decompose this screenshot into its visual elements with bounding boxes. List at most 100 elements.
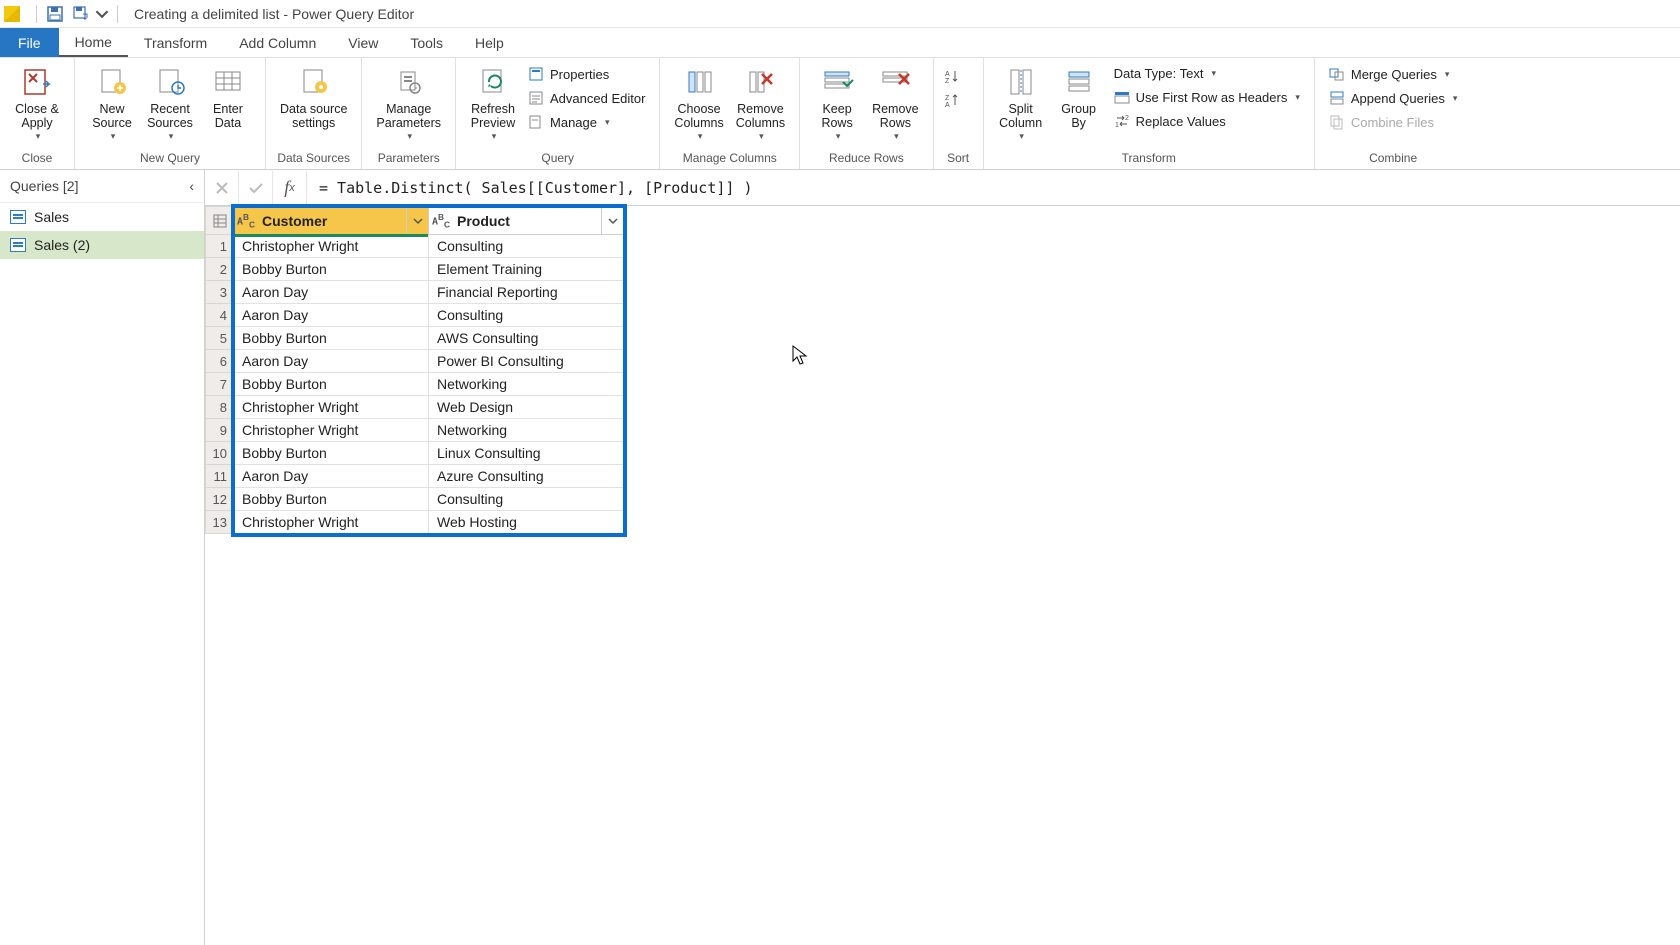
cell-customer[interactable]: Aaron Day — [234, 465, 429, 488]
recent-sources-icon — [152, 64, 188, 100]
tab-transform[interactable]: Transform — [128, 28, 223, 57]
remove-rows-button[interactable]: Remove Rows▾ — [866, 62, 925, 144]
cell-product[interactable]: Networking — [429, 419, 624, 442]
recent-sources-button[interactable]: Recent Sources▾ — [141, 62, 199, 144]
combine-files-icon — [1329, 114, 1345, 130]
cell-product[interactable]: Web Hosting — [429, 511, 624, 534]
cell-customer[interactable]: Bobby Burton — [234, 488, 429, 511]
table-row[interactable]: 6Aaron DayPower BI Consulting — [206, 350, 624, 373]
cell-product[interactable]: Element Training — [429, 258, 624, 281]
column-filter-button[interactable] — [601, 207, 623, 234]
ribbon-group-new-query: New Source▾ Recent Sources▾ Enter Data N… — [75, 58, 266, 169]
cell-product[interactable]: Consulting — [429, 304, 624, 327]
svg-text:2: 2 — [1125, 115, 1129, 122]
cell-customer[interactable]: Christopher Wright — [234, 396, 429, 419]
first-row-headers-button[interactable]: Use First Row as Headers▾ — [1110, 87, 1304, 107]
cell-customer[interactable]: Bobby Burton — [234, 258, 429, 281]
column-header[interactable]: ABCProduct — [429, 207, 624, 235]
query-item[interactable]: Sales (2) — [0, 231, 204, 259]
table-row[interactable]: 9Christopher WrightNetworking — [206, 419, 624, 442]
table-row[interactable]: 8Christopher WrightWeb Design — [206, 396, 624, 419]
close-and-apply-button[interactable]: Close & Apply▾ — [8, 62, 66, 144]
manage-parameters-button[interactable]: Manage Parameters▾ — [370, 62, 447, 144]
table-row[interactable]: 1Christopher WrightConsulting — [206, 235, 624, 258]
cell-customer[interactable]: Aaron Day — [234, 281, 429, 304]
cell-product[interactable]: Linux Consulting — [429, 442, 624, 465]
cell-customer[interactable]: Bobby Burton — [234, 327, 429, 350]
properties-button[interactable]: Properties — [524, 64, 649, 84]
cell-customer[interactable]: Aaron Day — [234, 304, 429, 327]
data-type-button[interactable]: Data Type: Text▾ — [1110, 64, 1304, 83]
table-row[interactable]: 4Aaron DayConsulting — [206, 304, 624, 327]
choose-columns-button[interactable]: Choose Columns▾ — [668, 62, 729, 144]
save-as-icon[interactable] — [69, 2, 93, 26]
tab-view[interactable]: View — [332, 28, 394, 57]
replace-values-button[interactable]: 12 Replace Values — [1110, 111, 1304, 131]
cell-customer[interactable]: Christopher Wright — [234, 419, 429, 442]
cell-product[interactable]: Power BI Consulting — [429, 350, 624, 373]
collapse-pane-icon[interactable]: ‹ — [189, 178, 194, 194]
table-row[interactable]: 7Bobby BurtonNetworking — [206, 373, 624, 396]
column-header[interactable]: ABCCustomer — [234, 207, 429, 235]
tab-file[interactable]: File — [0, 28, 59, 57]
app-icon — [4, 6, 20, 22]
merge-queries-button[interactable]: Merge Queries▾ — [1325, 64, 1461, 84]
ribbon-group-transform: Split Column▾ Group By Data Type: Text▾ … — [984, 58, 1315, 169]
ribbon-group-parameters: Manage Parameters▾ Parameters — [362, 58, 456, 169]
column-filter-button[interactable] — [406, 207, 428, 234]
keep-rows-button[interactable]: Keep Rows▾ — [808, 62, 866, 144]
cell-customer[interactable]: Bobby Burton — [234, 442, 429, 465]
column-name: Product — [453, 213, 601, 229]
cell-customer[interactable]: Aaron Day — [234, 350, 429, 373]
query-item[interactable]: Sales — [0, 203, 204, 231]
cell-product[interactable]: Web Design — [429, 396, 624, 419]
close-apply-icon — [19, 64, 55, 100]
new-source-icon — [94, 64, 130, 100]
cell-product[interactable]: Consulting — [429, 488, 624, 511]
cell-product[interactable]: Azure Consulting — [429, 465, 624, 488]
cell-product[interactable]: Consulting — [429, 235, 624, 258]
cell-product[interactable]: Networking — [429, 373, 624, 396]
new-source-button[interactable]: New Source▾ — [83, 62, 141, 144]
tab-tools[interactable]: Tools — [394, 28, 459, 57]
sort-desc-button[interactable]: ZA — [944, 92, 960, 108]
cell-product[interactable]: Financial Reporting — [429, 281, 624, 304]
table-corner[interactable] — [206, 207, 234, 235]
query-name: Sales — [34, 209, 69, 225]
formula-text[interactable]: = Table.Distinct( Sales[[Customer], [Pro… — [307, 179, 1680, 197]
split-column-button[interactable]: Split Column▾ — [992, 62, 1050, 144]
data-source-settings-button[interactable]: Data source settings — [274, 62, 353, 133]
tab-add-column[interactable]: Add Column — [223, 28, 332, 57]
table-row[interactable]: 12Bobby BurtonConsulting — [206, 488, 624, 511]
table-row[interactable]: 13Christopher WrightWeb Hosting — [206, 511, 624, 534]
tab-help[interactable]: Help — [459, 28, 520, 57]
enter-data-button[interactable]: Enter Data — [199, 62, 257, 133]
manage-query-button[interactable]: Manage▾ — [524, 112, 649, 132]
manage-parameters-icon — [391, 64, 427, 100]
table-row[interactable]: 5Bobby BurtonAWS Consulting — [206, 327, 624, 350]
remove-columns-button[interactable]: Remove Columns▾ — [730, 62, 791, 144]
qat-dropdown[interactable] — [95, 2, 109, 26]
table-row[interactable]: 2Bobby BurtonElement Training — [206, 258, 624, 281]
cell-customer[interactable]: Christopher Wright — [234, 235, 429, 258]
formula-confirm-button[interactable] — [239, 171, 273, 205]
cell-customer[interactable]: Christopher Wright — [234, 511, 429, 534]
group-by-button[interactable]: Group By — [1050, 62, 1108, 133]
data-grid[interactable]: ABCCustomerABCProduct1Christopher Wright… — [205, 206, 624, 534]
refresh-preview-button[interactable]: Refresh Preview▾ — [464, 62, 522, 144]
sort-asc-button[interactable]: AZ — [944, 68, 960, 84]
append-queries-button[interactable]: Append Queries▾ — [1325, 88, 1461, 108]
tab-home[interactable]: Home — [59, 28, 128, 57]
formula-fx-button[interactable]: fx — [273, 171, 307, 205]
cell-product[interactable]: AWS Consulting — [429, 327, 624, 350]
advanced-editor-button[interactable]: Advanced Editor — [524, 88, 649, 108]
table-row[interactable]: 10Bobby BurtonLinux Consulting — [206, 442, 624, 465]
table-row[interactable]: 11Aaron DayAzure Consulting — [206, 465, 624, 488]
row-number: 10 — [206, 442, 234, 465]
formula-cancel-button[interactable] — [205, 171, 239, 205]
combine-files-button[interactable]: Combine Files — [1325, 112, 1461, 132]
save-icon[interactable] — [43, 2, 67, 26]
table-row[interactable]: 3Aaron DayFinancial Reporting — [206, 281, 624, 304]
svg-text:A: A — [945, 71, 950, 78]
cell-customer[interactable]: Bobby Burton — [234, 373, 429, 396]
